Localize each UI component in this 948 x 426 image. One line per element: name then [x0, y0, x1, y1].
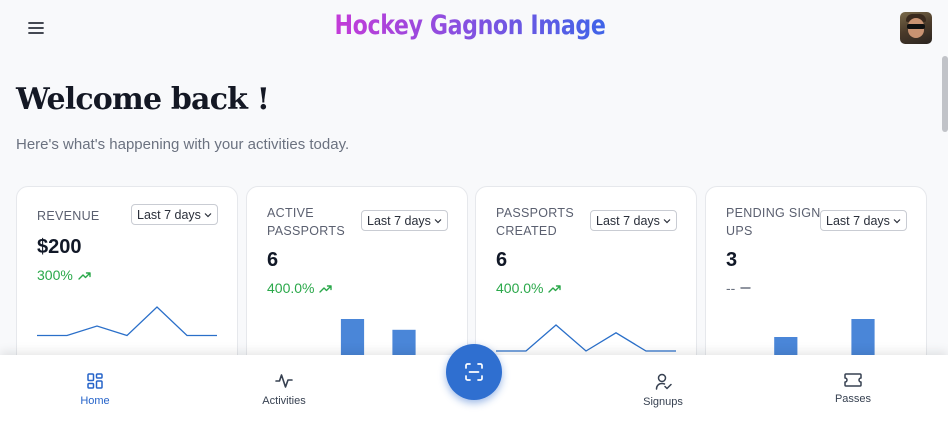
period-select-value: Last 7 days: [137, 207, 201, 222]
period-select[interactable]: Last 7 days: [590, 210, 677, 231]
page-scrollbar[interactable]: [940, 56, 948, 356]
card-label: ACTIVE PASSPORTS: [267, 206, 345, 238]
stat-change-text: 400.0%: [267, 280, 315, 296]
chart-bar: [392, 329, 416, 355]
page-title: Welcome back !: [16, 82, 270, 117]
nav-item-label: Home: [80, 395, 110, 407]
period-select-value: Last 7 days: [826, 213, 890, 228]
pending-signups-bar-chart: [774, 319, 875, 355]
scan-button[interactable]: [446, 344, 502, 400]
revenue-sparkline: [37, 306, 217, 337]
period-select[interactable]: Last 7 days: [361, 210, 448, 231]
period-select-value: Last 7 days: [367, 213, 431, 228]
trend-flat-icon: [740, 287, 752, 289]
nav-item-activities[interactable]: Activities: [234, 373, 334, 407]
brand-title: Hockey Gagnon Image: [334, 10, 606, 41]
chart-bar: [340, 319, 365, 355]
stat-value: 6: [267, 249, 279, 271]
chevron-down-icon: [663, 218, 671, 223]
chart-bar: [851, 319, 875, 355]
trending-up-icon: [548, 284, 562, 293]
stat-change-text: 300%: [37, 267, 73, 283]
chevron-down-icon: [893, 218, 901, 223]
stat-change: 300%: [37, 267, 91, 283]
scan-icon: [465, 363, 483, 381]
user-check-icon: [655, 373, 672, 390]
stat-value: 6: [496, 249, 508, 271]
card-label: PASSPORTS CREATED: [496, 206, 574, 238]
stat-change: --: [726, 280, 752, 296]
scrollbar-thumb[interactable]: [942, 56, 948, 132]
stat-change-text: 400.0%: [496, 280, 544, 296]
nav-item-signups[interactable]: Signups: [613, 373, 713, 408]
period-select-value: Last 7 days: [596, 213, 660, 228]
nav-item-home[interactable]: Home: [45, 373, 145, 407]
chart-line: [496, 324, 676, 352]
chevron-down-icon: [204, 212, 212, 217]
stat-value: 3: [726, 249, 738, 271]
page-subtitle: Here's what's happening with your activi…: [16, 136, 350, 153]
active-passports-bar-chart: [340, 319, 416, 355]
activity-pulse-icon: [275, 374, 293, 388]
chart-bar: [774, 337, 798, 355]
nav-item-passes[interactable]: Passes: [803, 373, 903, 405]
stat-value: $200: [37, 236, 82, 258]
nav-item-label: Passes: [834, 393, 872, 405]
stat-change: 400.0%: [496, 280, 562, 296]
passports-created-sparkline: [496, 324, 676, 352]
card-label: PENDING SIGN UPS: [726, 206, 821, 238]
user-avatar[interactable]: [900, 12, 932, 44]
trending-up-icon: [319, 284, 333, 293]
top-bar: Hockey Gagnon Image: [0, 0, 940, 56]
hamburger-menu-icon[interactable]: [22, 16, 50, 40]
trending-up-icon: [78, 271, 91, 280]
stat-change: 400.0%: [267, 280, 333, 296]
chevron-down-icon: [434, 218, 442, 223]
home-grid-icon: [87, 373, 103, 389]
chart-line: [37, 306, 217, 337]
nav-item-label: Activities: [262, 395, 306, 407]
nav-item-label: Signups: [643, 396, 683, 408]
stat-change-text: --: [726, 280, 736, 296]
card-label: REVENUE: [37, 209, 100, 223]
period-select[interactable]: Last 7 days: [820, 210, 907, 231]
period-select[interactable]: Last 7 days: [131, 204, 218, 225]
ticket-icon: [844, 373, 862, 387]
